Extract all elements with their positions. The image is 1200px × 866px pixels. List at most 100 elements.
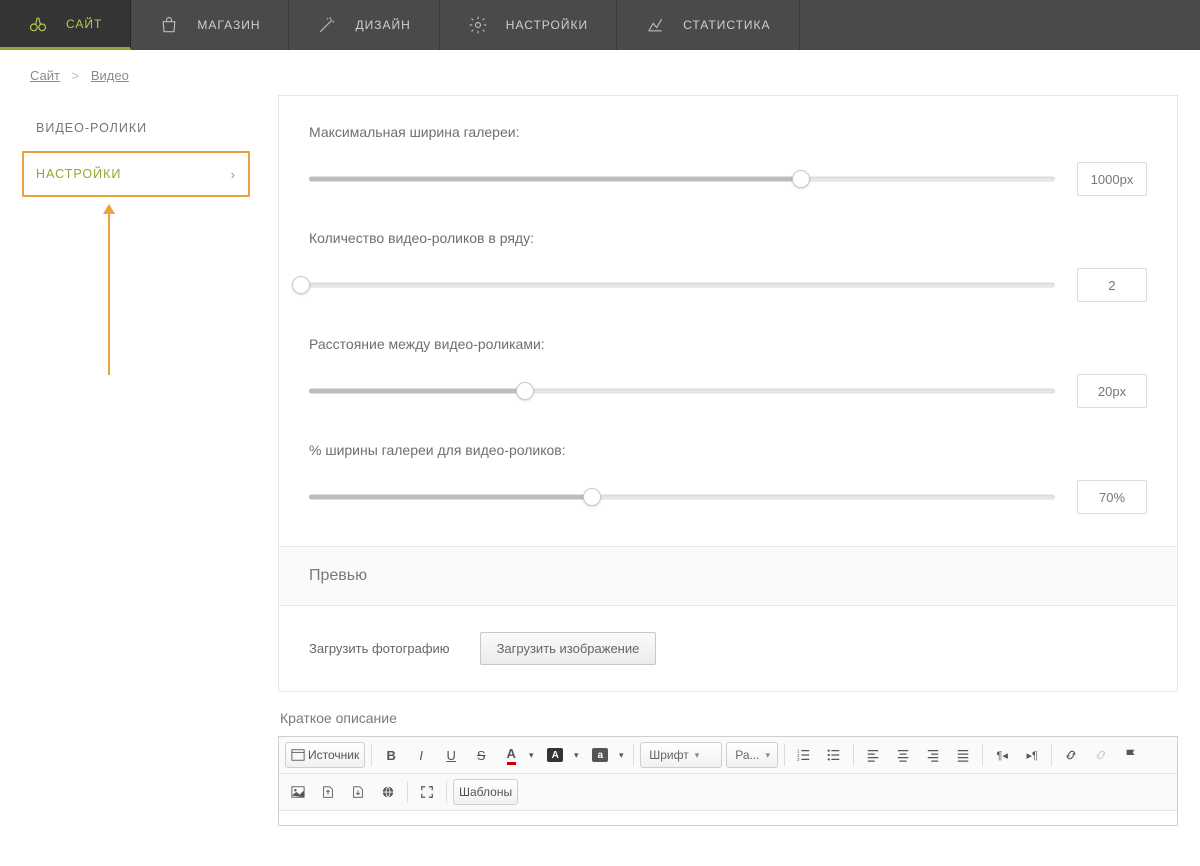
sidebar-item-videos[interactable]: ВИДЕО-РОЛИКИ	[22, 105, 250, 151]
setting-width-pct: % ширины галереи для видео-роликов: 70%	[309, 442, 1147, 514]
nav-label: МАГАЗИН	[197, 18, 260, 32]
source-button[interactable]: Источник	[285, 742, 365, 768]
image-button[interactable]	[285, 779, 311, 805]
rtl-button[interactable]: ▸¶	[1019, 742, 1045, 768]
unordered-list-button[interactable]	[821, 742, 847, 768]
short-description-label: Краткое описание	[280, 710, 1178, 726]
file-arrow-icon	[321, 785, 335, 799]
bg-color-button[interactable]: A ▾	[541, 742, 582, 768]
maximize-icon	[420, 785, 434, 799]
annotation-arrow	[108, 205, 110, 375]
align-justify-icon	[956, 748, 970, 762]
setting-max-width: Максимальная ширина галереи: 1000px	[309, 124, 1147, 196]
highlight-button[interactable]: a ▾	[586, 742, 627, 768]
bold-button[interactable]: B	[378, 742, 404, 768]
value-box[interactable]: 70%	[1077, 480, 1147, 514]
slider-per-row[interactable]	[301, 275, 1055, 295]
ol-icon: 123	[797, 748, 811, 762]
italic-button[interactable]: I	[408, 742, 434, 768]
nav-label: САЙТ	[66, 17, 102, 31]
align-right-icon	[926, 748, 940, 762]
toolbar-separator	[1051, 744, 1052, 766]
nav-item-stats[interactable]: СТАТИСТИКА	[617, 0, 799, 50]
nav-item-settings[interactable]: НАСТРОЙКИ	[440, 0, 617, 50]
setting-label: % ширины галереи для видео-роликов:	[309, 442, 1147, 458]
align-right-button[interactable]	[920, 742, 946, 768]
main-content: Максимальная ширина галереи: 1000px Коли…	[278, 95, 1178, 826]
globe-button[interactable]	[375, 779, 401, 805]
nav-label: СТАТИСТИКА	[683, 18, 770, 32]
size-select[interactable]: Ра...▾	[726, 742, 778, 768]
ordered-list-button[interactable]: 123	[791, 742, 817, 768]
unlink-button	[1088, 742, 1114, 768]
link-icon	[1064, 748, 1078, 762]
slider-max-width[interactable]	[309, 169, 1055, 189]
nav-item-shop[interactable]: МАГАЗИН	[131, 0, 289, 50]
toolbar-separator	[982, 744, 983, 766]
slider-thumb[interactable]	[516, 382, 534, 400]
file-upload-button[interactable]	[315, 779, 341, 805]
value-box[interactable]: 1000px	[1077, 162, 1147, 196]
toolbar-separator	[633, 744, 634, 766]
chevron-right-icon: ›	[231, 167, 236, 182]
strike-button[interactable]: S	[468, 742, 494, 768]
sidebar-item-settings[interactable]: НАСТРОЙКИ ›	[22, 151, 250, 197]
source-icon	[291, 748, 305, 762]
sidebar-item-label: ВИДЕО-РОЛИКИ	[36, 121, 147, 135]
slider-thumb[interactable]	[583, 488, 601, 506]
upload-image-button[interactable]: Загрузить изображение	[480, 632, 657, 665]
file-download-button[interactable]	[345, 779, 371, 805]
underline-button[interactable]: U	[438, 742, 464, 768]
breadcrumb-root[interactable]: Сайт	[30, 68, 60, 83]
anchor-button[interactable]	[1118, 742, 1144, 768]
breadcrumb: Сайт > Видео	[0, 50, 1200, 95]
upload-label: Загрузить фотографию	[309, 641, 450, 656]
templates-button[interactable]: Шаблоны	[453, 779, 518, 805]
breadcrumb-current[interactable]: Видео	[91, 68, 129, 83]
link-button[interactable]	[1058, 742, 1084, 768]
align-center-button[interactable]	[890, 742, 916, 768]
maximize-button[interactable]	[414, 779, 440, 805]
value-box[interactable]: 20px	[1077, 374, 1147, 408]
value-box[interactable]: 2	[1077, 268, 1147, 302]
slider-width-pct[interactable]	[309, 487, 1055, 507]
chart-icon	[645, 15, 665, 35]
toolbar-separator	[853, 744, 854, 766]
rich-text-editor: Источник B I U S A ▾ A ▾ a ▾	[278, 736, 1178, 826]
nav-label: НАСТРОЙКИ	[506, 18, 588, 32]
toolbar-separator	[371, 744, 372, 766]
file-arrow-down-icon	[351, 785, 365, 799]
setting-per-row: Количество видео-роликов в ряду: 2	[309, 230, 1147, 302]
gear-icon	[468, 15, 488, 35]
nav-label: ДИЗАЙН	[355, 18, 410, 32]
editor-toolbar-row-2: Шаблоны	[279, 774, 1177, 811]
slider-gap[interactable]	[309, 381, 1055, 401]
align-left-button[interactable]	[860, 742, 886, 768]
flag-icon	[1124, 748, 1138, 762]
align-justify-button[interactable]	[950, 742, 976, 768]
slider-thumb[interactable]	[792, 170, 810, 188]
binoculars-icon	[28, 14, 48, 34]
font-select[interactable]: Шрифт▾	[640, 742, 722, 768]
editor-canvas[interactable]	[279, 811, 1177, 825]
slider-thumb[interactable]	[292, 276, 310, 294]
text-color-button[interactable]: A ▾	[498, 742, 537, 768]
ltr-button[interactable]: ¶◂	[989, 742, 1015, 768]
preview-heading: Превью	[279, 546, 1177, 605]
top-nav: САЙТ МАГАЗИН ДИЗАЙН НАСТРОЙКИ СТАТИСТИКА	[0, 0, 1200, 50]
toolbar-separator	[784, 744, 785, 766]
nav-item-site[interactable]: САЙТ	[0, 0, 131, 50]
settings-panel: Максимальная ширина галереи: 1000px Коли…	[278, 95, 1178, 692]
toolbar-separator	[407, 781, 408, 803]
svg-text:3: 3	[797, 757, 800, 762]
setting-label: Максимальная ширина галереи:	[309, 124, 1147, 140]
sidebar: ВИДЕО-РОЛИКИ НАСТРОЙКИ ›	[22, 95, 250, 826]
unlink-icon	[1094, 748, 1108, 762]
toolbar-separator	[446, 781, 447, 803]
sidebar-item-label: НАСТРОЙКИ	[36, 167, 121, 181]
nav-item-design[interactable]: ДИЗАЙН	[289, 0, 439, 50]
image-icon	[291, 785, 305, 799]
globe-icon	[381, 785, 395, 799]
preview-body: Загрузить фотографию Загрузить изображен…	[279, 605, 1177, 691]
align-center-icon	[896, 748, 910, 762]
